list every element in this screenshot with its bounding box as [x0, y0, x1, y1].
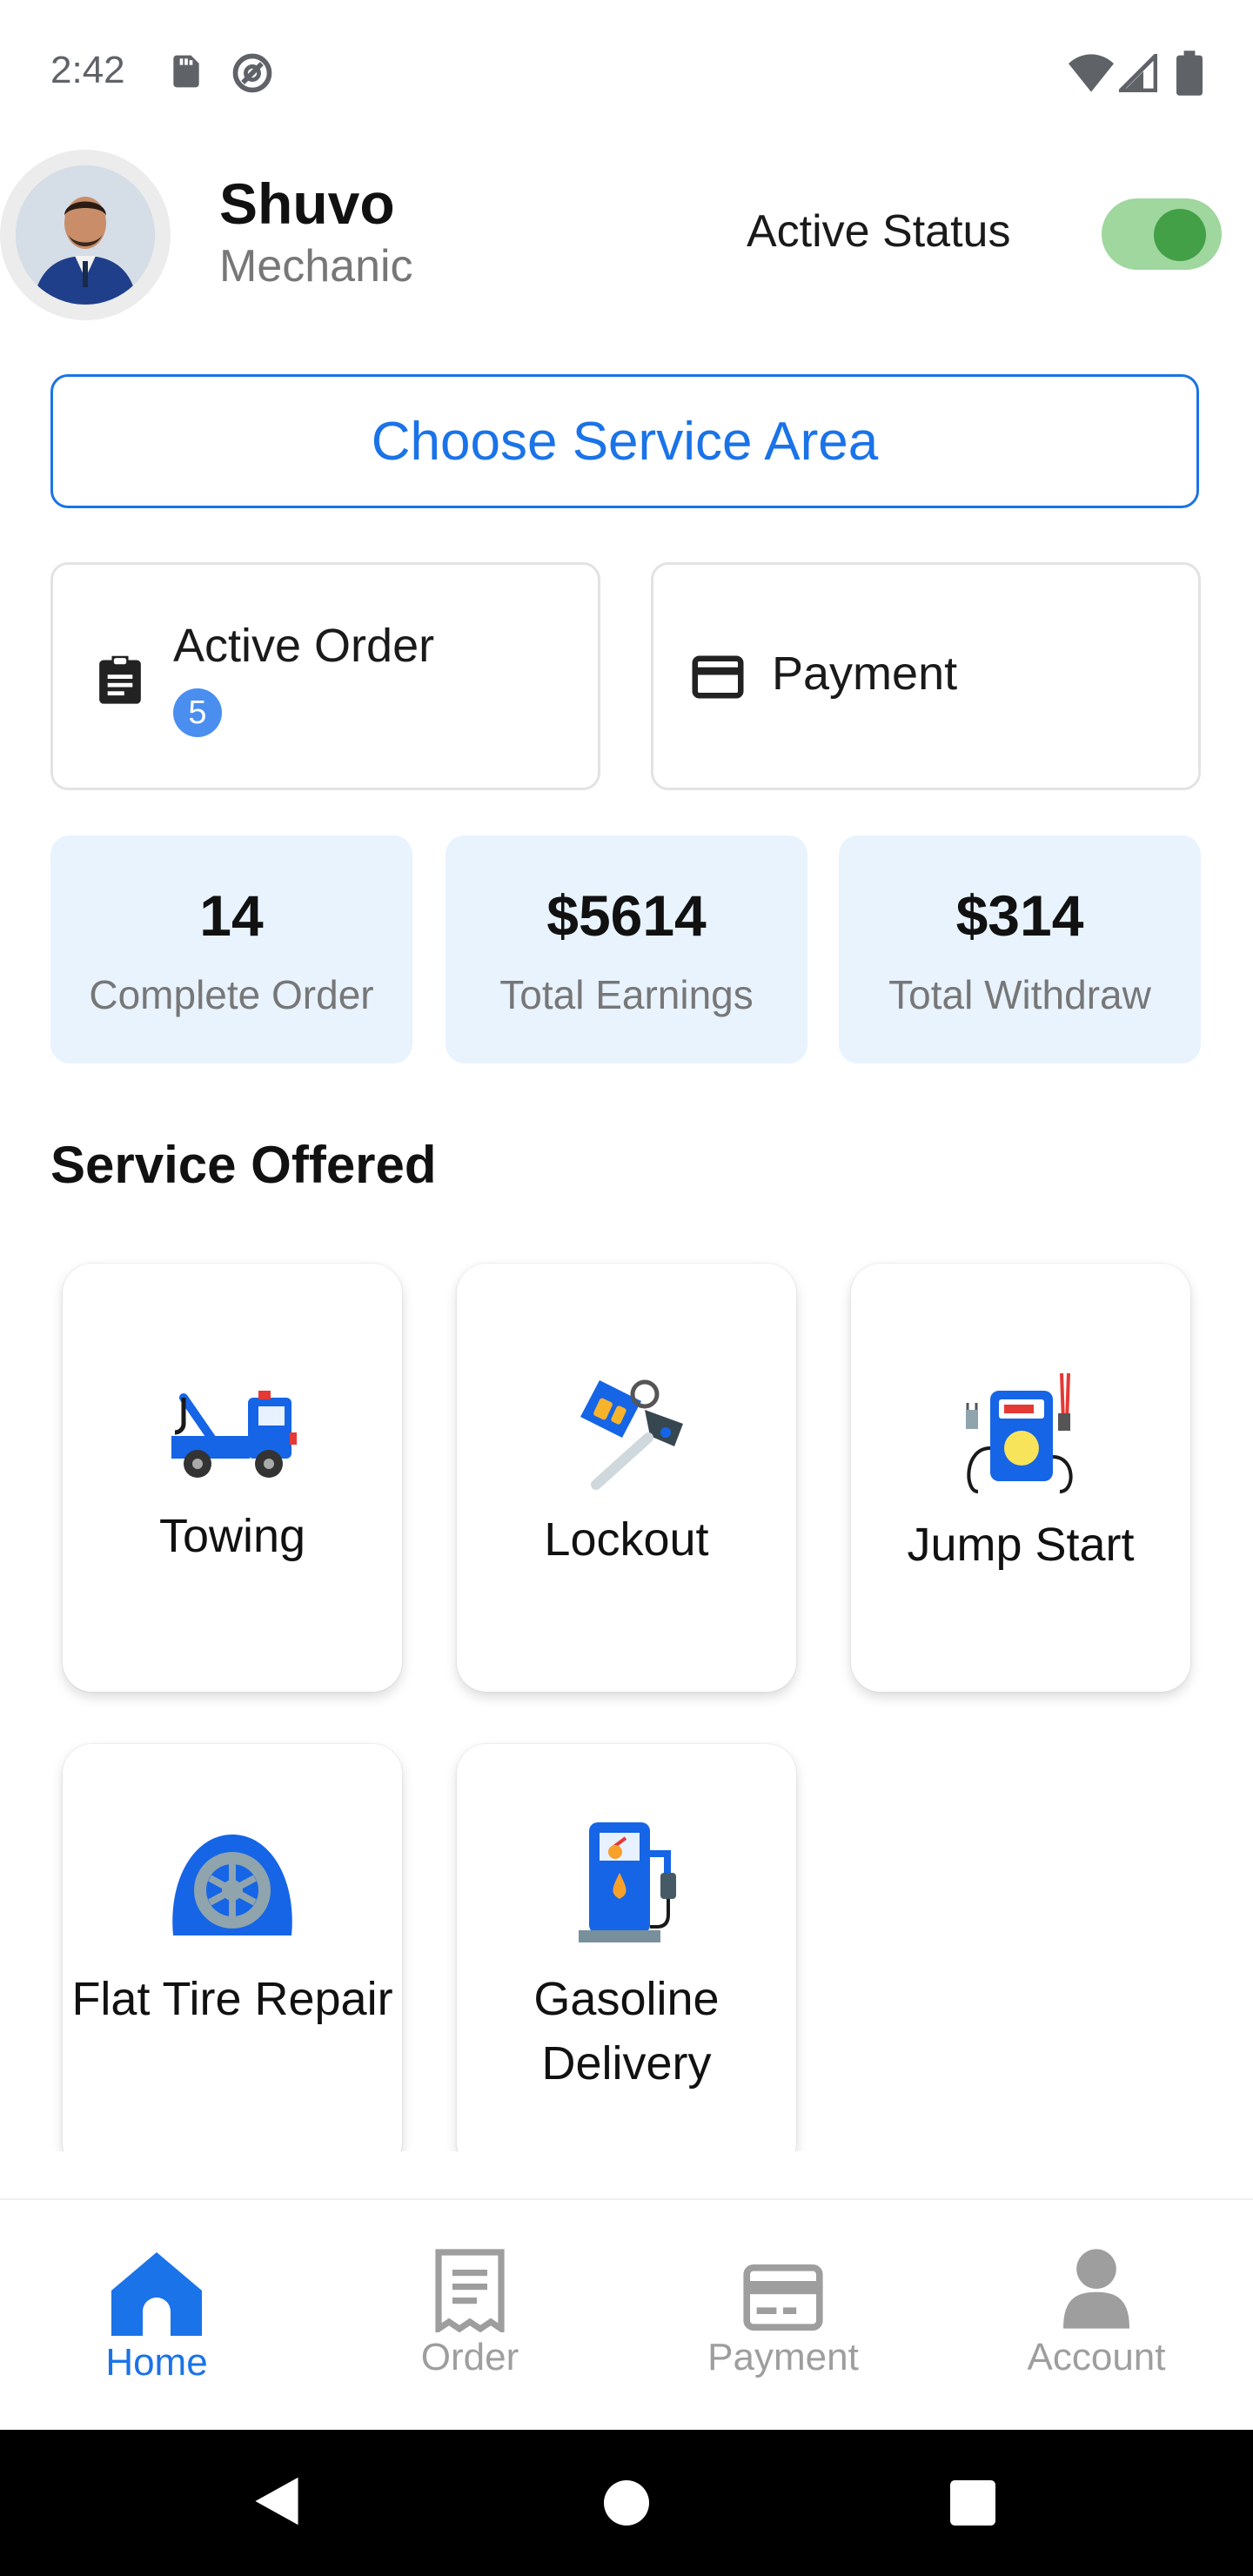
- stat-total-withdraw: $314 Total Withdraw: [839, 835, 1201, 1063]
- nav-home[interactable]: Home: [0, 2200, 313, 2432]
- tow-truck-icon: [171, 1391, 297, 1478]
- car-key-icon: [580, 1379, 683, 1490]
- nav-label: Home: [105, 2341, 208, 2384]
- battery-icon: [1176, 50, 1203, 96]
- stat-label: Total Earnings: [499, 972, 754, 1017]
- credit-card-icon: [692, 655, 744, 699]
- back-icon[interactable]: [252, 2475, 301, 2527]
- nav-label: Order: [420, 2336, 519, 2378]
- service-towing[interactable]: Towing: [63, 1264, 402, 1692]
- section-title: Service Offered: [50, 1136, 437, 1194]
- clipboard-icon: [99, 655, 141, 704]
- active-order-badge: 5: [173, 688, 222, 737]
- recents-icon[interactable]: [950, 2480, 995, 2526]
- user-role: Mechanic: [219, 241, 413, 292]
- choose-service-area-button[interactable]: Choose Service Area: [50, 374, 1199, 508]
- service-gasoline-delivery[interactable]: Gasoline Delivery: [457, 1744, 796, 2151]
- service-flat-tire-repair[interactable]: Flat Tire Repair: [63, 1744, 402, 2151]
- stat-label: Complete Order: [89, 972, 374, 1017]
- avatar[interactable]: [16, 165, 155, 305]
- home-circle-icon[interactable]: [604, 2480, 649, 2526]
- services-grid: Towing Lockout Jump Start Flat Tire Repa…: [0, 1236, 1253, 2151]
- nav-label: Payment: [707, 2336, 859, 2378]
- stat-label: Total Withdraw: [888, 972, 1151, 1017]
- status-bar: 2:42: [0, 0, 1253, 148]
- toggle-knob[interactable]: [1154, 209, 1206, 261]
- receipt-icon: [435, 2249, 505, 2332]
- service-label: Lockout: [544, 1513, 709, 1566]
- nav-payment[interactable]: Payment: [626, 2200, 940, 2432]
- active-order-label: Active Order: [173, 620, 435, 672]
- stat-complete-order: 14 Complete Order: [50, 835, 412, 1063]
- active-status-label: Active Status: [747, 206, 1011, 257]
- stat-value: 14: [199, 883, 264, 948]
- system-navigation-bar: [0, 2430, 1253, 2576]
- sd-card-icon: [173, 55, 199, 88]
- nav-account[interactable]: Account: [940, 2200, 1253, 2432]
- service-label: Jump Start: [907, 1519, 1135, 1571]
- wifi-icon: [1069, 54, 1114, 92]
- person-icon: [1063, 2249, 1129, 2329]
- card-icon: [743, 2264, 823, 2331]
- nav-label: Account: [1027, 2336, 1166, 2378]
- fuel-pump-icon: [579, 1822, 676, 1942]
- stat-value: $314: [955, 883, 1084, 948]
- stat-total-earnings: $5614 Total Earnings: [446, 835, 807, 1063]
- service-label: Towing: [158, 1510, 306, 1562]
- service-jump-start[interactable]: Jump Start: [851, 1264, 1190, 1692]
- service-label: Gasoline Delivery: [533, 1973, 720, 2090]
- stat-value: $5614: [546, 883, 707, 948]
- cell-signal-icon: [1119, 54, 1157, 92]
- payment-label: Payment: [772, 647, 958, 700]
- home-icon: [111, 2252, 202, 2336]
- battery-charger-icon: [966, 1372, 1073, 1493]
- status-time: 2:42: [50, 49, 125, 91]
- service-lockout[interactable]: Lockout: [457, 1264, 796, 1692]
- nav-order[interactable]: Order: [313, 2200, 626, 2432]
- user-name: Shuvo: [219, 171, 395, 236]
- payment-card[interactable]: Payment: [651, 562, 1201, 790]
- tire-icon: [172, 1835, 292, 1935]
- profile-photo: [16, 165, 155, 305]
- service-label: Flat Tire Repair: [71, 1973, 393, 2025]
- active-order-card[interactable]: Active Order 5: [50, 562, 600, 790]
- bottom-navigation: Home Order Payment Account: [0, 2198, 1253, 2432]
- sync-disabled-icon: [232, 53, 272, 93]
